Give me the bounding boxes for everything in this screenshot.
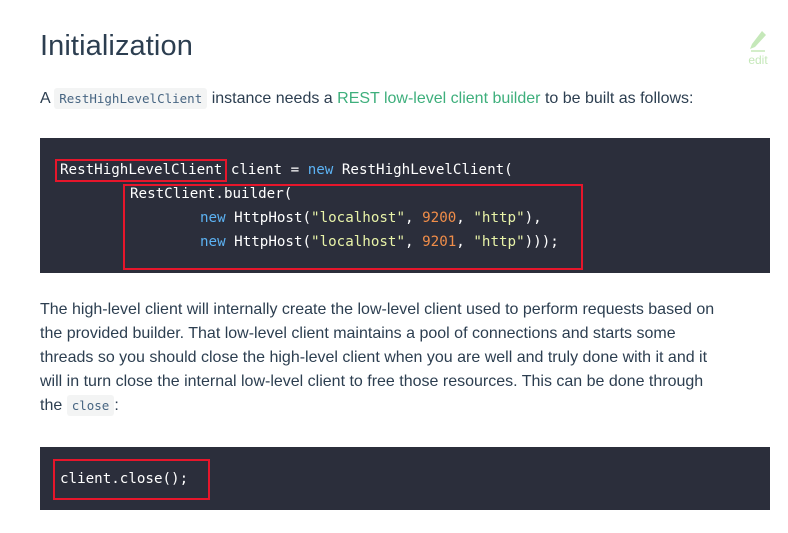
code-text: RestHighLevelClient(	[333, 162, 513, 178]
body-line: will in turn close the internal low-leve…	[40, 373, 704, 390]
intro-paragraph: A RestHighLevelClient instance needs a R…	[40, 87, 693, 111]
highlight-box-close	[53, 459, 210, 500]
body-paragraph: The high-level client will internally cr…	[40, 298, 775, 418]
body-text: the	[40, 397, 63, 414]
body-text: :	[114, 397, 119, 414]
edit-label: edit	[748, 53, 768, 67]
inline-code-close: close	[66, 395, 115, 416]
intro-prefix: A	[40, 90, 50, 107]
body-line-last: the close:	[40, 394, 775, 418]
body-line: The high-level client will internally cr…	[40, 301, 715, 318]
body-line: the provided builder. That low-level cli…	[40, 325, 676, 342]
rest-builder-link[interactable]: REST low-level client builder	[337, 90, 540, 107]
code-text: client =	[222, 162, 308, 178]
page-title: Initialization	[40, 30, 193, 62]
highlight-box-class	[55, 159, 227, 182]
inline-code-class: RestHighLevelClient	[54, 88, 208, 109]
edit-link[interactable]: edit	[740, 30, 776, 74]
intro-middle: instance needs a	[211, 90, 333, 107]
body-line: threads so you should close the high-lev…	[40, 349, 708, 366]
code-keyword: new	[307, 162, 334, 178]
highlight-box-builder	[123, 184, 583, 270]
intro-suffix: to be built as follows:	[544, 90, 694, 107]
pencil-icon	[750, 31, 766, 52]
